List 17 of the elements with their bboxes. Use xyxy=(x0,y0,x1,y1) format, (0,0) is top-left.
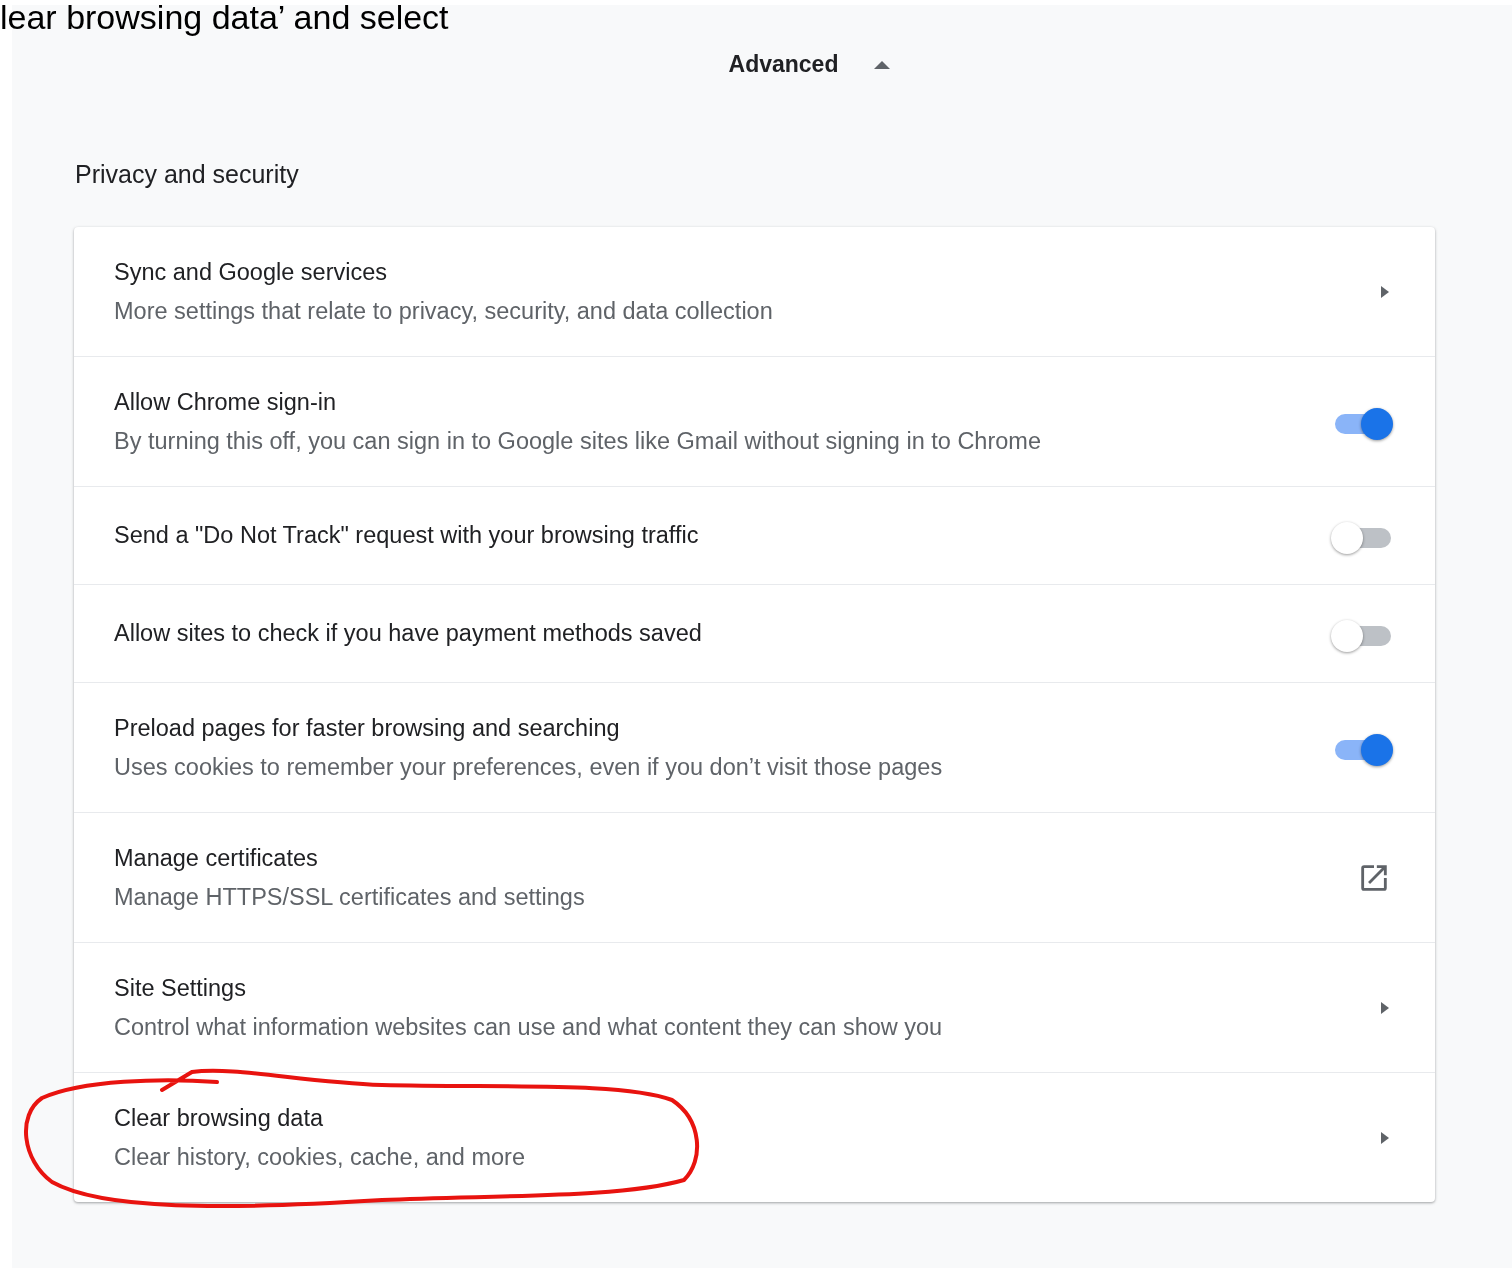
setting-description: Clear history, cookies, cache, and more xyxy=(114,1143,525,1171)
setting-description: Uses cookies to remember your preferences, even if you don’t visit those pages xyxy=(114,753,943,781)
setting-title: Preload pages for faster browsing and searching xyxy=(114,714,621,742)
setting-description: More settings that relate to privacy, security, and data collection xyxy=(114,297,773,325)
setting-title: Allow sites to check if you have payment methods saved xyxy=(114,620,702,647)
setting-title: Site Settings xyxy=(114,974,247,1002)
setting-description: Manage HTTPS/SSL certificates and settings xyxy=(114,883,585,911)
setting-title: Sync and Google services xyxy=(114,258,388,286)
caption-text: lear browsing data’ and select xyxy=(0,0,449,37)
setting-title: Clear browsing data xyxy=(114,1104,324,1132)
setting-title: Allow Chrome sign-in xyxy=(114,388,338,416)
section-title: Privacy and security xyxy=(75,160,300,189)
setting-title: Send a "Do Not Track" request with your browsing traffic xyxy=(114,522,699,549)
setting-description: Control what information websites can use and what content they can show you xyxy=(114,1013,943,1041)
setting-description: By turning this off, you can sign in to Google sites like Gmail without signing in to Chrome xyxy=(114,427,1041,455)
advanced-toggle[interactable]: Advanced xyxy=(728,51,891,78)
setting-title: Manage certificates xyxy=(114,844,319,872)
